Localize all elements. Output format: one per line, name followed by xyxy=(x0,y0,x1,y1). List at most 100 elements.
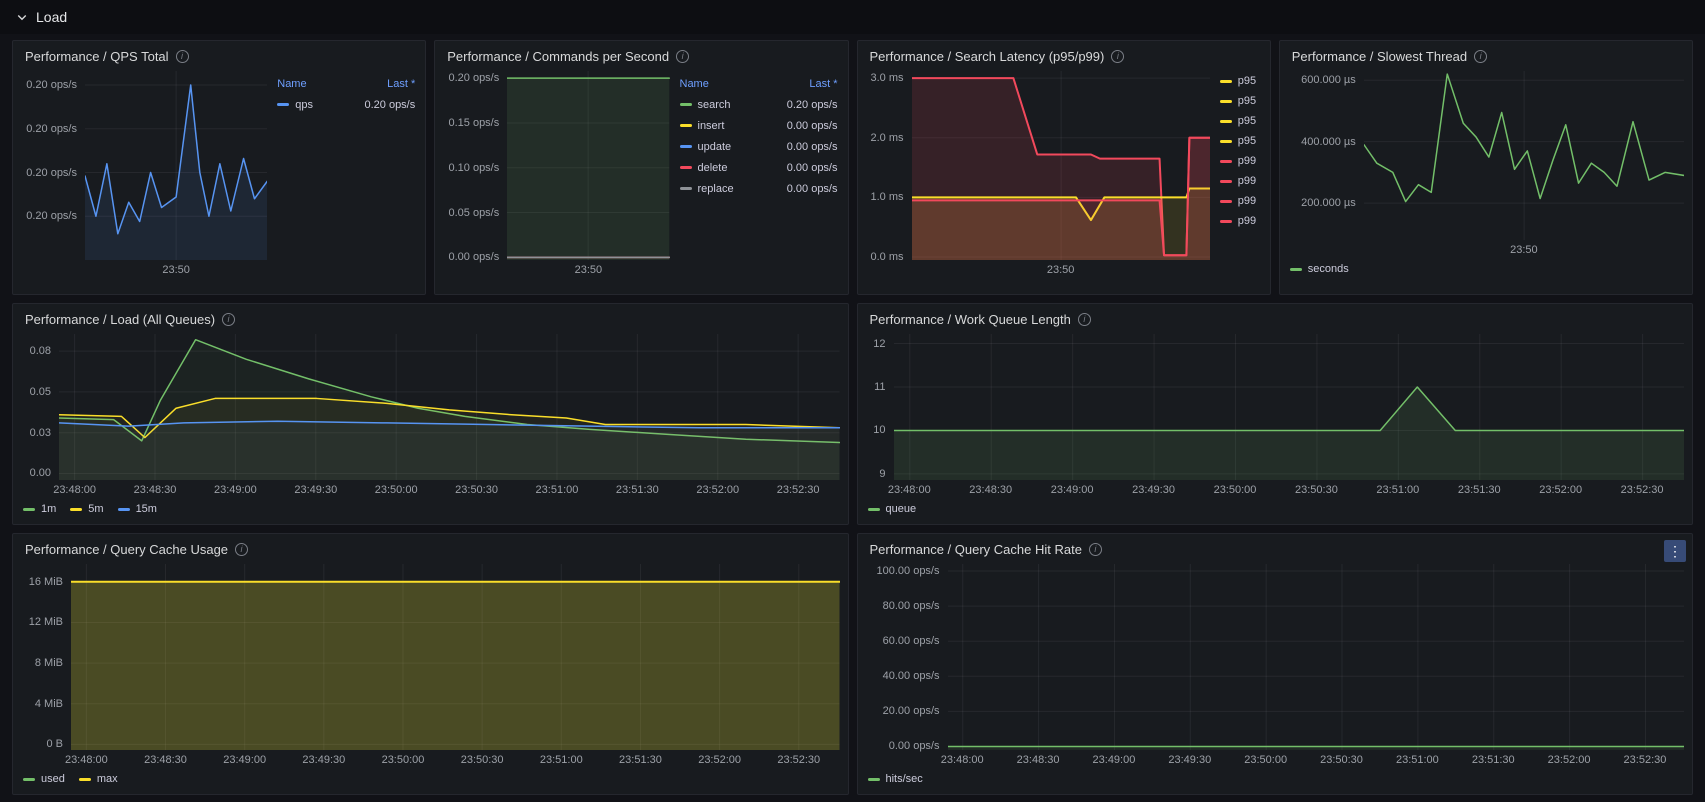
panel-title[interactable]: Performance / Work Queue Length xyxy=(870,312,1071,327)
plot-area[interactable] xyxy=(1364,71,1684,240)
legend-row[interactable]: update 0.00 ops/s xyxy=(680,136,838,157)
info-icon[interactable]: i xyxy=(1111,50,1124,63)
y-axis-labels: 0.080.050.030.00 xyxy=(21,334,59,480)
legend-label[interactable]: 15m xyxy=(136,503,157,515)
legend-row[interactable]: replace 0.00 ops/s xyxy=(680,178,838,199)
panel-header: Performance / Query Cache Usage i xyxy=(13,534,848,564)
legend-item[interactable]: p95 xyxy=(1220,75,1262,87)
legend-item[interactable]: p99 xyxy=(1220,215,1262,227)
legend-item[interactable]: p99 xyxy=(1220,175,1262,187)
legend-label[interactable]: p95 xyxy=(1238,95,1256,107)
panel-menu-icon[interactable]: ⋮ xyxy=(1664,540,1686,562)
legend-item[interactable]: p99 xyxy=(1220,155,1262,167)
legend-header-last[interactable]: Last * xyxy=(387,78,415,90)
work-queue-chart[interactable]: 1211109 23:48:0023:48:3023:49:0023:49:30… xyxy=(866,334,1685,498)
legend-item[interactable]: p99 xyxy=(1220,195,1262,207)
legend: seconds xyxy=(1288,258,1684,278)
legend-label[interactable]: update xyxy=(698,141,732,153)
section-title[interactable]: Load xyxy=(36,9,67,25)
series-marker xyxy=(23,778,35,781)
panel-title[interactable]: Performance / QPS Total xyxy=(25,49,169,64)
plot-area[interactable] xyxy=(948,564,1685,750)
legend-header-name[interactable]: Name xyxy=(680,78,709,90)
plot-area[interactable] xyxy=(71,564,840,750)
legend-label[interactable]: 5m xyxy=(88,503,103,515)
legend-row[interactable]: qps 0.20 ops/s xyxy=(277,94,415,115)
legend-label[interactable]: p95 xyxy=(1238,75,1256,87)
panel-header: Performance / Search Latency (p95/p99) i xyxy=(858,41,1270,71)
info-icon[interactable]: i xyxy=(1078,313,1091,326)
legend-label[interactable]: p95 xyxy=(1238,115,1256,127)
info-icon[interactable]: i xyxy=(1474,50,1487,63)
legend-row[interactable]: search 0.20 ops/s xyxy=(680,94,838,115)
legend-item[interactable]: p95 xyxy=(1220,135,1262,147)
legend-header-last[interactable]: Last * xyxy=(809,78,837,90)
panel-header: Performance / Load (All Queues) i xyxy=(13,304,848,334)
legend-item[interactable]: 1m xyxy=(23,503,56,515)
load-chart[interactable]: 0.080.050.030.00 23:48:0023:48:3023:49:0… xyxy=(21,334,840,498)
legend-item[interactable]: queue xyxy=(868,503,917,515)
legend-label[interactable]: used xyxy=(41,773,65,785)
legend-item[interactable]: seconds xyxy=(1290,263,1349,275)
hit-rate-chart[interactable]: 100.00 ops/s80.00 ops/s60.00 ops/s40.00 … xyxy=(866,564,1685,768)
plot-area[interactable] xyxy=(894,334,1685,480)
legend-row[interactable]: delete 0.00 ops/s xyxy=(680,157,838,178)
legend-item[interactable]: p95 xyxy=(1220,95,1262,107)
series-marker xyxy=(1220,160,1232,163)
chevron-down-icon[interactable] xyxy=(16,11,28,23)
legend-label[interactable]: hits/sec xyxy=(886,773,923,785)
legend-label[interactable]: p99 xyxy=(1238,195,1256,207)
legend-list: p95 p95 p95 p95 p99 p99 p99 p99 xyxy=(1210,71,1262,278)
legend-row[interactable]: insert 0.00 ops/s xyxy=(680,115,838,136)
legend-item[interactable]: 5m xyxy=(70,503,103,515)
legend-item[interactable]: hits/sec xyxy=(868,773,923,785)
plot-area[interactable] xyxy=(912,71,1210,260)
cache-usage-chart[interactable]: 16 MiB12 MiB8 MiB4 MiB0 B 23:48:0023:48:… xyxy=(21,564,840,768)
series-marker xyxy=(1220,100,1232,103)
plot-area[interactable] xyxy=(59,334,840,480)
legend-label[interactable]: p99 xyxy=(1238,155,1256,167)
legend-label[interactable]: p99 xyxy=(1238,175,1256,187)
panel-title[interactable]: Performance / Slowest Thread xyxy=(1292,49,1467,64)
info-icon[interactable]: i xyxy=(235,543,248,556)
latency-chart[interactable]: 3.0 ms2.0 ms1.0 ms0.0 ms 23:50 xyxy=(866,71,1210,278)
legend-label[interactable]: 1m xyxy=(41,503,56,515)
panel-title[interactable]: Performance / Load (All Queues) xyxy=(25,312,215,327)
commands-chart[interactable]: 0.20 ops/s0.15 ops/s0.10 ops/s0.05 ops/s… xyxy=(443,71,669,278)
info-icon[interactable]: i xyxy=(176,50,189,63)
legend-label[interactable]: p99 xyxy=(1238,215,1256,227)
info-icon[interactable]: i xyxy=(1089,543,1102,556)
x-axis-labels: 23:48:0023:48:3023:49:0023:49:3023:50:00… xyxy=(71,750,840,768)
legend-item[interactable]: used xyxy=(23,773,65,785)
legend-label[interactable]: seconds xyxy=(1308,263,1349,275)
panel-title[interactable]: Performance / Search Latency (p95/p99) xyxy=(870,49,1105,64)
legend-label[interactable]: p95 xyxy=(1238,135,1256,147)
legend-label[interactable]: search xyxy=(698,99,731,111)
legend-header-name[interactable]: Name xyxy=(277,78,306,90)
series-marker xyxy=(1290,268,1302,271)
legend-label[interactable]: replace xyxy=(698,183,734,195)
info-icon[interactable]: i xyxy=(222,313,235,326)
panel-qps-total: Performance / QPS Total i 0.20 ops/s0.20… xyxy=(12,40,426,295)
y-axis-labels: 1211109 xyxy=(866,334,894,480)
legend-label[interactable]: qps xyxy=(295,99,313,111)
legend-item[interactable]: p95 xyxy=(1220,115,1262,127)
plot-area[interactable] xyxy=(85,71,267,260)
legend-label[interactable]: delete xyxy=(698,162,728,174)
info-icon[interactable]: i xyxy=(676,50,689,63)
panel-title[interactable]: Performance / Commands per Second xyxy=(447,49,669,64)
qps-chart[interactable]: 0.20 ops/s0.20 ops/s0.20 ops/s0.20 ops/s… xyxy=(21,71,267,278)
series-marker xyxy=(70,508,82,511)
plot-area[interactable] xyxy=(507,71,669,260)
slowest-thread-chart[interactable]: 600.000 µs400.000 µs200.000 µs 23:50 xyxy=(1288,71,1684,258)
legend-item[interactable]: max xyxy=(79,773,118,785)
legend-item[interactable]: 15m xyxy=(118,503,157,515)
legend-label[interactable]: queue xyxy=(886,503,917,515)
section-header[interactable]: Load xyxy=(0,0,1705,34)
panel-title[interactable]: Performance / Query Cache Usage xyxy=(25,542,228,557)
series-marker xyxy=(680,187,692,190)
legend-label[interactable]: max xyxy=(97,773,118,785)
panel-title[interactable]: Performance / Query Cache Hit Rate xyxy=(870,542,1082,557)
series-marker xyxy=(1220,200,1232,203)
legend-label[interactable]: insert xyxy=(698,120,725,132)
